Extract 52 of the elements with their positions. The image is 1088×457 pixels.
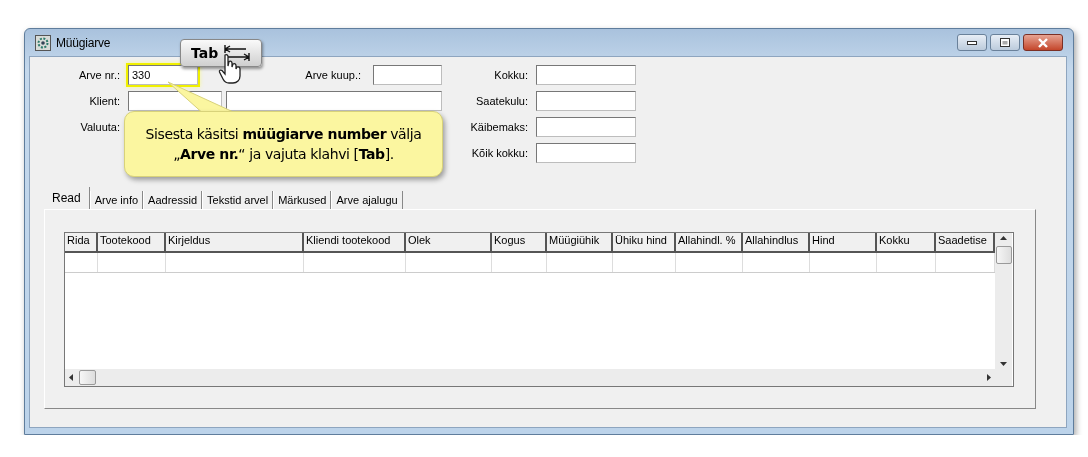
column-header[interactable]: Kokku (877, 233, 936, 251)
scrollbar-thumb[interactable] (79, 370, 96, 385)
close-button[interactable] (1023, 34, 1063, 51)
column-header[interactable]: Kirjeldus (166, 233, 304, 251)
client-name-field[interactable] (226, 91, 442, 111)
invoice-number-field[interactable]: 330 (128, 65, 198, 85)
field-label: Klient: (88, 95, 121, 107)
hand-cursor-icon (218, 53, 244, 85)
window-title: Müügiarve (56, 35, 111, 50)
column-header[interactable]: Allahindl. % (676, 233, 743, 251)
tab[interactable]: Märkused (273, 191, 332, 209)
minimize-icon (967, 40, 977, 45)
field-label: Kõik kokku: (470, 147, 528, 159)
vertical-scrollbar[interactable] (995, 233, 1012, 369)
tab-key-tooltip: Tab (180, 39, 262, 67)
field-label: Arve kuup.: (305, 69, 362, 81)
app-icon (35, 34, 51, 51)
column-header[interactable]: Müügiühik (547, 233, 613, 251)
tab-arrows-icon (224, 44, 251, 62)
field-label: Käibemaks: (469, 121, 528, 133)
field-label: Arve nr.: (78, 69, 121, 81)
column-header[interactable]: Olek (406, 233, 492, 251)
column-header[interactable]: Ühiku hind (613, 233, 676, 251)
callout-text: Sisesta käsitsi müügiarve number välja „Arve nr.“ ja vajuta klahvi [Tab]. (145, 124, 422, 164)
amount-field[interactable] (536, 117, 636, 137)
column-header[interactable]: Allahindlus (743, 233, 810, 251)
maximize-icon (1000, 38, 1010, 47)
tab[interactable]: Tekstid arvel (202, 191, 274, 209)
scroll-left-icon[interactable] (69, 374, 73, 381)
tab[interactable]: Aadressid (143, 191, 203, 209)
amount-field[interactable] (536, 91, 636, 111)
column-header[interactable]: Hind (810, 233, 877, 251)
tab[interactable]: Arve ajalugu (331, 191, 403, 209)
amount-field[interactable] (536, 65, 636, 85)
field-label: Kokku: (493, 69, 528, 81)
tab[interactable]: Arve info (89, 191, 144, 209)
column-header[interactable]: Kliendi tootekood (304, 233, 406, 251)
scroll-up-icon[interactable] (1000, 236, 1007, 240)
field-label: Saatekulu: (475, 95, 528, 107)
field-label: Valuuta: (79, 121, 121, 133)
scrollbar-thumb[interactable] (995, 246, 1012, 264)
scroll-right-icon[interactable] (987, 374, 991, 381)
column-header[interactable]: Kogus (492, 233, 547, 251)
minimize-button[interactable] (957, 34, 987, 51)
column-header[interactable]: Tootekood (98, 233, 166, 251)
date-field[interactable] (373, 65, 442, 85)
scroll-down-icon[interactable] (1000, 362, 1007, 366)
maximize-button[interactable] (990, 34, 1020, 51)
amount-field[interactable] (536, 143, 636, 163)
close-icon (1037, 37, 1049, 48)
column-header[interactable]: Rida (65, 233, 98, 251)
horizontal-scrollbar[interactable] (65, 369, 995, 386)
